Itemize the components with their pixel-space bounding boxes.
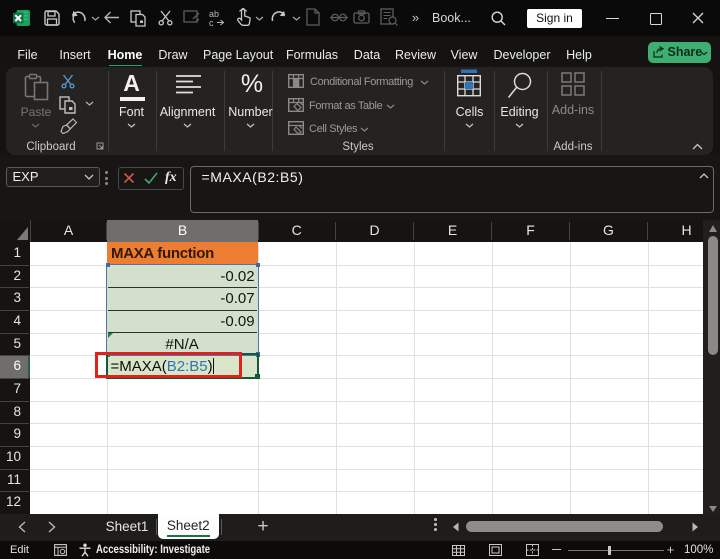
svg-text:c: c [209,18,214,27]
